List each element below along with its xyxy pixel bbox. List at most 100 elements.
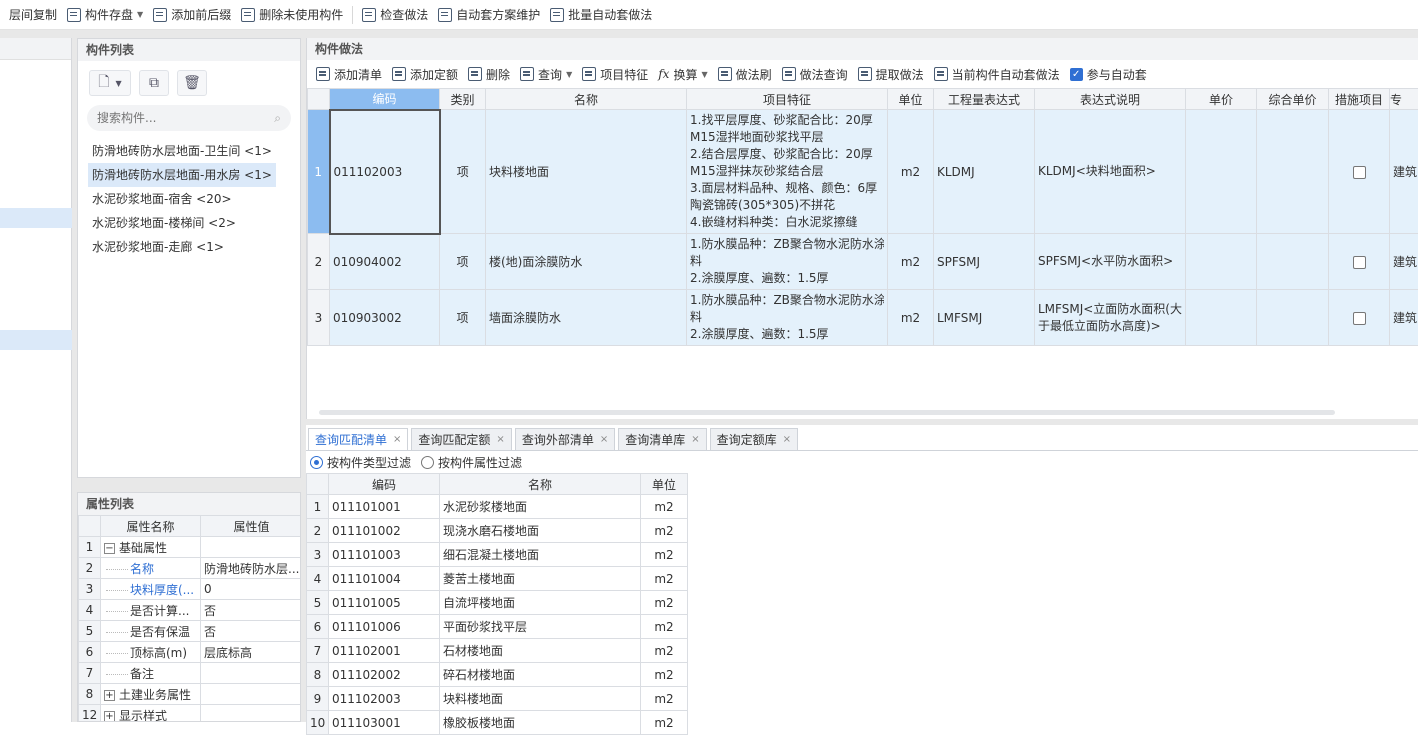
method-measure-cell[interactable] [1329,110,1390,234]
property-name-cell[interactable]: −基础属性 [101,537,201,558]
query-unit-cell[interactable]: m2 [641,519,688,543]
query-unit-cell[interactable]: m2 [641,567,688,591]
method-measure-cell[interactable] [1329,290,1390,346]
col-name[interactable]: 名称 [486,89,687,110]
measure-checkbox[interactable] [1353,256,1366,269]
col-desc[interactable]: 表达式说明 [1035,89,1186,110]
query-unit-cell[interactable]: m2 [641,687,688,711]
method-type-cell[interactable]: 项 [440,290,486,346]
property-name-cell[interactable]: 块料厚度(... [101,579,201,600]
nav-item-selected-2[interactable] [0,330,72,350]
collapse-icon[interactable]: − [104,543,115,554]
property-row[interactable]: 2名称防滑地砖防水层... [79,558,302,579]
query-unit-cell[interactable]: m2 [641,663,688,687]
tab-match-quota[interactable]: 查询匹配定额× [411,428,511,450]
query-row[interactable]: 10011103001橡胶板楼地面m2 [307,711,688,735]
filter-by-type[interactable]: 按构件类型过滤 [310,454,411,471]
property-name-cell[interactable]: +显示样式 [101,705,201,723]
col-features[interactable]: 项目特征 [687,89,888,110]
property-value-cell[interactable]: 0 [201,579,302,600]
query-row[interactable]: 4011101004菱苦土楼地面m2 [307,567,688,591]
property-row[interactable]: 7备注 [79,663,302,684]
query-code-cell[interactable]: 011102001 [329,639,440,663]
col-total-price[interactable]: 综合单价 [1257,89,1329,110]
query-row[interactable]: 8011102002碎石材楼地面m2 [307,663,688,687]
col-type[interactable]: 类别 [440,89,486,110]
property-value-cell[interactable] [201,663,302,684]
query-code-cell[interactable]: 011101004 [329,567,440,591]
query-name-cell[interactable]: 石材楼地面 [440,639,641,663]
query-name-cell[interactable]: 平面砂浆找平层 [440,615,641,639]
query-name-cell[interactable]: 菱苦土楼地面 [440,567,641,591]
radio-selected-icon[interactable] [310,456,323,469]
method-expr-cell[interactable]: LMFSMJ [934,290,1035,346]
method-features-cell[interactable]: 1.防水膜品种：ZB聚合物水泥防水涂料2.涂膜厚度、遍数：1.5厚 [687,234,888,290]
query-code-cell[interactable]: 011101003 [329,543,440,567]
tab-quota-library[interactable]: 查询定额库× [710,428,798,450]
property-name-cell[interactable]: 顶标高(m) [101,642,201,663]
query-name-cell[interactable]: 细石混凝土楼地面 [440,543,641,567]
query-name-cell[interactable]: 橡胶板楼地面 [440,711,641,735]
method-name-cell[interactable]: 块料楼地面 [486,110,687,234]
search-input[interactable] [97,111,274,125]
query-code-cell[interactable]: 011101001 [329,495,440,519]
delete-component-button[interactable]: 🗑 [177,70,207,96]
method-expr-cell[interactable]: SPFSMJ [934,234,1035,290]
property-name-cell[interactable]: 是否计算... [101,600,201,621]
col-code[interactable]: 编码 [330,89,440,110]
property-row[interactable]: 12+显示样式 [79,705,302,723]
method-brush-button[interactable]: 做法刷 [713,59,777,89]
method-total-price-cell[interactable] [1257,290,1329,346]
method-row[interactable]: 2010904002项楼(地)面涂膜防水1.防水膜品种：ZB聚合物水泥防水涂料2… [308,234,1418,290]
method-price-cell[interactable] [1186,110,1257,234]
method-unit-cell[interactable]: m2 [888,110,934,234]
property-value-cell[interactable]: 否 [201,621,302,642]
close-icon[interactable]: × [393,434,401,445]
col-measure[interactable]: 措施项目 [1329,89,1390,110]
copy-component-button[interactable]: ⧉ [139,70,169,96]
method-desc-cell[interactable]: SPFSMJ<水平防水面积> [1035,234,1186,290]
query-row[interactable]: 7011102001石材楼地面m2 [307,639,688,663]
join-auto-toggle[interactable]: ✓参与自动套 [1065,59,1152,89]
query-code-cell[interactable]: 011101005 [329,591,440,615]
radio-unselected-icon[interactable] [421,456,434,469]
save-component-button[interactable]: 构件存盘▼ [62,0,148,30]
horizontal-scrollbar[interactable] [319,410,1335,415]
tab-external-list[interactable]: 查询外部清单× [515,428,615,450]
component-item-0[interactable]: 防滑地砖防水层地面-卫生间 <1> [88,139,300,163]
project-feature-button[interactable]: 项目特征 [577,59,653,89]
check-method-button[interactable]: 检查做法 [357,0,433,30]
query-unit-cell[interactable]: m2 [641,711,688,735]
method-code-cell[interactable]: 011102003 [330,110,440,234]
method-measure-cell[interactable] [1329,234,1390,290]
method-price-cell[interactable] [1186,290,1257,346]
auto-scheme-button[interactable]: 自动套方案维护 [433,0,545,30]
new-component-button[interactable]: 🗋▼ [89,70,131,96]
method-type-cell[interactable]: 项 [440,234,486,290]
col-specialty[interactable]: 专 [1390,89,1418,110]
property-value-cell[interactable] [201,705,302,723]
measure-checkbox[interactable] [1353,312,1366,325]
query-col-name[interactable]: 名称 [440,474,641,495]
method-total-price-cell[interactable] [1257,110,1329,234]
method-name-cell[interactable]: 楼(地)面涂膜防水 [486,234,687,290]
close-icon[interactable]: × [496,434,504,445]
col-unit[interactable]: 单位 [888,89,934,110]
method-type-cell[interactable]: 项 [440,110,486,234]
property-name-cell[interactable]: +土建业务属性 [101,684,201,705]
tab-match-list[interactable]: 查询匹配清单× [308,428,408,450]
query-name-cell[interactable]: 水泥砂浆楼地面 [440,495,641,519]
delete-button[interactable]: 删除 [463,59,515,89]
component-item-2[interactable]: 水泥砂浆地面-宿舍 <20> [88,187,300,211]
query-code-cell[interactable]: 011101006 [329,615,440,639]
property-name-cell[interactable]: 是否有保温 [101,621,201,642]
property-row[interactable]: 6顶标高(m)层底标高 [79,642,302,663]
add-quota-button[interactable]: 添加定额 [387,59,463,89]
method-specialty-cell[interactable]: 建筑 [1390,234,1418,290]
method-desc-cell[interactable]: LMFSMJ<立面防水面积(大于最低立面防水高度)> [1035,290,1186,346]
method-row[interactable]: 3010903002项墙面涂膜防水1.防水膜品种：ZB聚合物水泥防水涂料2.涂膜… [308,290,1418,346]
expand-icon[interactable]: + [104,690,115,701]
close-icon[interactable]: × [691,434,699,445]
query-name-cell[interactable]: 块料楼地面 [440,687,641,711]
component-item-4[interactable]: 水泥砂浆地面-走廊 <1> [88,235,300,259]
